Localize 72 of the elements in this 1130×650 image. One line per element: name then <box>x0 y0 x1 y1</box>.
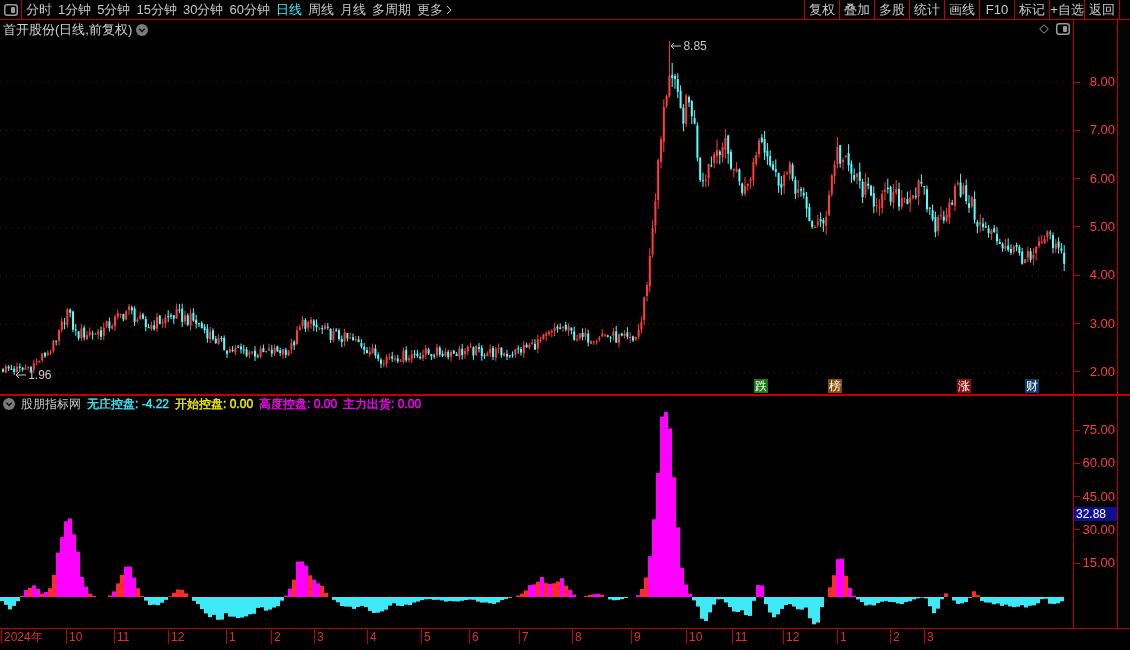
axis-label: 15.00 <box>1082 556 1116 570</box>
toolbar-action-button[interactable]: 返回 <box>1084 0 1119 19</box>
toolbar-action-button[interactable]: +自选 <box>1049 0 1084 19</box>
indicator-name: 股朋指标网 <box>21 397 81 411</box>
event-marker[interactable]: 跌 <box>754 379 768 393</box>
date-axis-label: 8 <box>572 630 582 644</box>
date-axis-label: 5 <box>421 630 431 644</box>
dropdown-icon[interactable] <box>3 398 15 410</box>
date-axis-label: 12 <box>168 630 185 644</box>
period-tab[interactable]: 30分钟 <box>182 0 224 19</box>
panel-toggle-icon[interactable] <box>1056 23 1070 35</box>
date-axis-label: 1 <box>226 630 236 644</box>
date-axis-label: 2024年 <box>1 630 43 644</box>
event-marker[interactable]: 涨 <box>957 379 971 393</box>
period-tab[interactable]: 周线 <box>307 0 334 19</box>
date-axis-label: 1 <box>837 630 847 644</box>
indicator-reading: 主力出货: 0.00 <box>343 397 422 411</box>
more-menu-button[interactable]: 更多 <box>416 0 452 19</box>
date-axis-label: 3 <box>924 630 934 644</box>
chevron-right-icon <box>445 4 452 15</box>
date-axis-label: 11 <box>732 630 748 644</box>
axis-label: 8.00 <box>1089 75 1116 89</box>
period-tab[interactable]: 15分钟 <box>136 0 177 19</box>
period-tab[interactable]: 月线 <box>339 0 366 19</box>
axis-label: 6.00 <box>1089 171 1116 186</box>
toolbar-action-button[interactable]: 画线 <box>944 0 979 19</box>
current-value-label: 32.88 <box>1074 507 1117 521</box>
indicator-reading: 无庄控盘: -4.22 <box>87 397 170 411</box>
date-axis-label: 10 <box>66 630 83 644</box>
high-price-label: 8.85 <box>683 38 707 53</box>
date-axis-label: 3 <box>314 630 324 644</box>
axis-label: 30.00 <box>1082 522 1116 537</box>
event-marker[interactable]: 榜 <box>828 379 842 393</box>
axis-label: 7.00 <box>1089 123 1116 138</box>
date-axis-label: 6 <box>469 630 479 644</box>
axis-label: 75.00 <box>1082 423 1116 437</box>
axis-label: 3.00 <box>1089 316 1116 331</box>
period-tab[interactable]: 分时 <box>26 0 52 19</box>
date-axis-label: 10 <box>686 630 703 644</box>
low-price-label: 1.96 <box>28 367 52 382</box>
date-axis-label: 9 <box>631 630 641 644</box>
toolbar-action-button[interactable]: 标记 <box>1014 0 1049 19</box>
date-axis-label: 7 <box>519 630 529 644</box>
period-tab[interactable]: 日线 <box>275 0 302 19</box>
toolbar-action-button[interactable]: F10 <box>979 0 1014 19</box>
left-arrow-icon <box>670 41 682 50</box>
indicator-reading: 开始控盘: 0.00 <box>175 397 254 411</box>
left-arrow-icon <box>15 370 27 379</box>
period-tab[interactable]: 1分钟 <box>58 0 92 19</box>
panel-toggle-icon <box>3 3 18 16</box>
date-axis-label: 2 <box>890 630 900 644</box>
axis-label: 4.00 <box>1089 268 1116 283</box>
date-axis-label: 12 <box>783 630 800 644</box>
period-tab[interactable]: 5分钟 <box>97 0 131 19</box>
axis-label: 45.00 <box>1082 489 1116 504</box>
chart-title: 首开股份(日线,前复权) <box>3 22 133 38</box>
toolbar-action-button[interactable]: 统计 <box>909 0 944 19</box>
toolbar-action-button[interactable]: 叠加 <box>839 0 874 19</box>
event-marker[interactable]: 财 <box>1025 379 1039 393</box>
period-tab[interactable]: 60分钟 <box>229 0 270 19</box>
date-axis-label: 4 <box>367 630 377 644</box>
toolbar-action-button[interactable]: 复权 <box>804 0 839 19</box>
toolbar-action-button[interactable]: 多股 <box>874 0 909 19</box>
axis-label: 60.00 <box>1082 456 1116 471</box>
axis-label: 2.00 <box>1089 364 1116 379</box>
date-axis-label: 11 <box>114 630 130 644</box>
axis-label: 5.00 <box>1089 220 1116 234</box>
dropdown-icon[interactable] <box>136 24 149 36</box>
period-tab[interactable]: 多周期 <box>371 0 411 19</box>
diamond-icon[interactable] <box>1039 24 1049 34</box>
date-axis-label: 2 <box>271 630 281 644</box>
indicator-reading: 高度控盘: 0.00 <box>259 397 338 411</box>
